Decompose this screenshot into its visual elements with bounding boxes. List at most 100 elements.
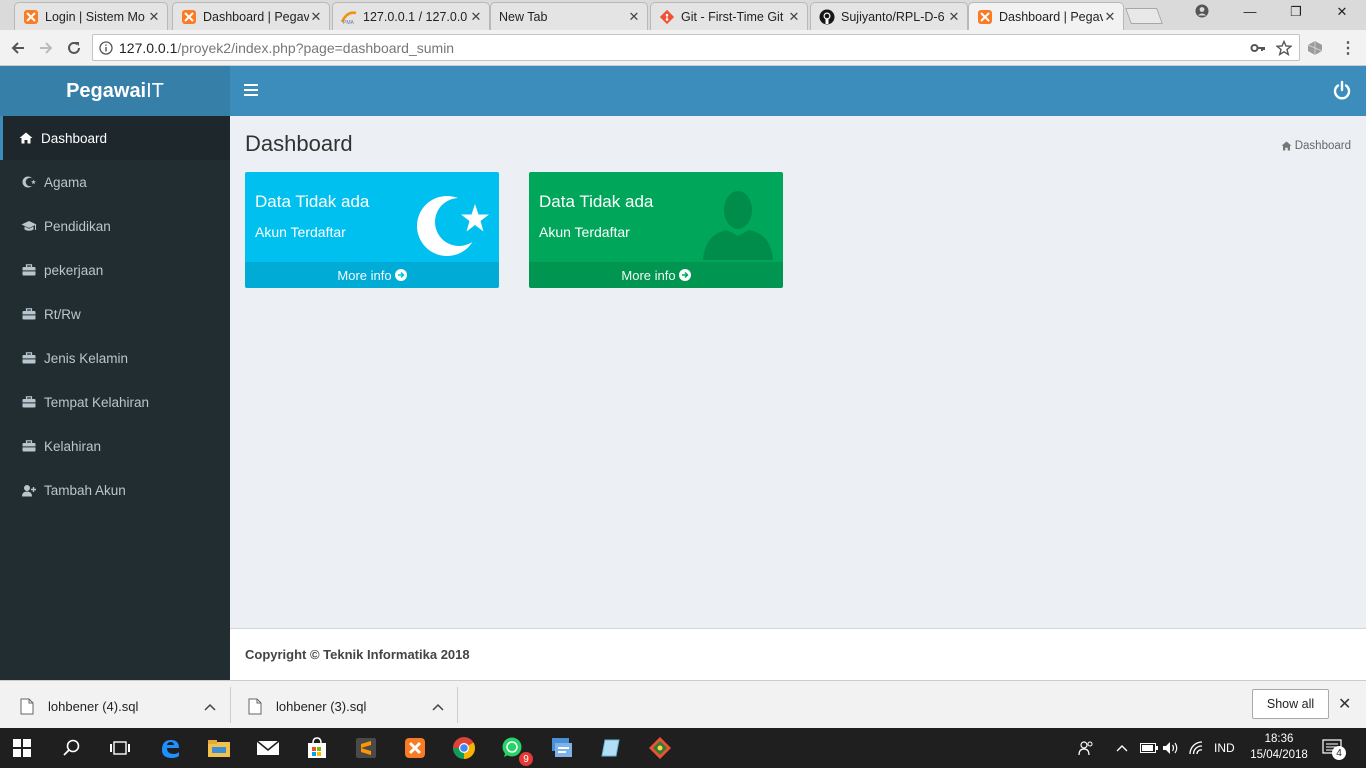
browser-tab[interactable]: New Tab ✕ xyxy=(490,2,648,30)
url-host: 127.0.0.1 xyxy=(119,39,178,56)
sidebar-item-label: Jenis Kelamin xyxy=(44,350,129,366)
sidebar-item-label: Tambah Akun xyxy=(44,482,126,498)
chrome-icon[interactable] xyxy=(452,736,476,760)
sidebar-item-tempat-kelahiran[interactable]: Tempat Kelahiran xyxy=(0,380,230,424)
forward-button[interactable] xyxy=(34,36,58,60)
task-view-icon[interactable] xyxy=(108,736,132,760)
arrow-circle-right-icon xyxy=(678,269,691,281)
download-filename: lohbener (4).sql xyxy=(48,698,139,714)
store-icon[interactable] xyxy=(305,736,329,760)
chevron-up-icon[interactable] xyxy=(204,699,216,714)
mail-icon[interactable] xyxy=(256,736,280,760)
clock[interactable]: 18:36 15/04/2018 xyxy=(1246,731,1312,763)
close-icon[interactable]: ✕ xyxy=(1103,9,1117,25)
browser-tab[interactable]: Git - First-Time Git ✕ xyxy=(650,2,808,30)
close-icon[interactable]: ✕ xyxy=(627,9,641,25)
file-explorer-icon[interactable] xyxy=(207,736,231,760)
briefcase-icon xyxy=(21,395,37,409)
breadcrumb-item[interactable]: Dashboard xyxy=(1295,140,1351,152)
clock-time: 18:36 xyxy=(1264,733,1294,745)
wifi-icon[interactable] xyxy=(1188,728,1204,768)
briefcase-icon xyxy=(21,263,37,277)
browser-tab[interactable]: PMA 127.0.0.1 / 127.0.0 ✕ xyxy=(332,2,490,30)
file-icon xyxy=(248,698,262,715)
window-close-button[interactable]: ✕ xyxy=(1328,4,1356,20)
key-icon[interactable] xyxy=(1250,34,1266,61)
star-icon[interactable] xyxy=(1276,34,1292,61)
close-icon[interactable]: ✕ xyxy=(947,9,961,25)
address-bar[interactable]: 127.0.0.1/proyek2/index.php?page=dashboa… xyxy=(92,34,1300,61)
browser-tab[interactable]: Sujiyanto/RPL-D-6 ✕ xyxy=(810,2,968,30)
new-tab-button[interactable] xyxy=(1125,8,1163,24)
xampp-icon xyxy=(23,9,39,25)
briefcase-icon xyxy=(21,307,37,321)
extension-icon[interactable] xyxy=(1306,34,1324,61)
sidebar-item-pekerjaan[interactable]: pekerjaan xyxy=(0,248,230,292)
git-gui-icon[interactable] xyxy=(648,736,672,760)
url-path: /proyek2/index.php?page=dashboard_sumin xyxy=(177,39,455,56)
info-icon[interactable] xyxy=(99,40,113,55)
minimize-button[interactable]: — xyxy=(1236,4,1264,19)
profile-icon[interactable] xyxy=(1188,4,1216,21)
page-title: Dashboard xyxy=(245,131,353,156)
reload-button[interactable] xyxy=(62,36,86,60)
edge-icon[interactable] xyxy=(158,736,182,760)
more-info-link[interactable]: More info xyxy=(245,262,499,288)
phpmyadmin-icon: PMA xyxy=(341,9,357,25)
language-indicator[interactable]: IND xyxy=(1214,728,1235,768)
battery-icon[interactable] xyxy=(1140,728,1158,768)
notepad-icon[interactable] xyxy=(599,736,623,760)
sidebar-item-kelahiran[interactable]: Kelahiran xyxy=(0,424,230,468)
browser-tab-active[interactable]: Dashboard | Pegav ✕ xyxy=(968,2,1124,30)
sidebar: Dashboard Agama Pendidikan pekerjaan Rt/… xyxy=(0,116,230,680)
close-icon[interactable]: ✕ xyxy=(1338,694,1351,714)
file-icon xyxy=(20,698,34,715)
close-icon[interactable]: ✕ xyxy=(787,9,801,25)
briefcase-icon xyxy=(21,351,37,365)
whatsapp-icon[interactable]: 9 xyxy=(501,736,533,766)
sidebar-toggle-icon[interactable] xyxy=(244,83,258,97)
close-icon[interactable]: ✕ xyxy=(469,9,483,25)
search-icon[interactable] xyxy=(60,736,84,760)
browser-tab[interactable]: Login | Sistem Mo ✕ xyxy=(14,2,168,30)
downloads-shelf: lohbener (4).sql lohbener (3).sql Show a… xyxy=(0,680,1366,728)
action-center-icon[interactable]: 4 xyxy=(1322,728,1346,768)
people-icon[interactable] xyxy=(1078,728,1094,768)
more-info-link[interactable]: More info xyxy=(529,262,783,288)
close-icon[interactable]: ✕ xyxy=(147,9,161,25)
app-icon[interactable] xyxy=(550,736,574,760)
menu-icon[interactable]: ⋮ xyxy=(1340,34,1356,61)
brand-logo[interactable]: Pegawai IT xyxy=(0,66,230,116)
sidebar-item-label: pekerjaan xyxy=(44,262,104,278)
sidebar-item-pendidikan[interactable]: Pendidikan xyxy=(0,204,230,248)
chevron-up-icon[interactable] xyxy=(432,699,444,714)
back-button[interactable] xyxy=(6,36,30,60)
top-navbar xyxy=(230,66,1366,116)
tab-title: New Tab xyxy=(499,9,548,24)
restore-button[interactable]: ❐ xyxy=(1282,4,1310,20)
windows-start-icon[interactable] xyxy=(10,736,34,760)
download-item[interactable]: lohbener (3).sql xyxy=(248,689,444,723)
sublime-text-icon[interactable] xyxy=(354,736,378,760)
sidebar-item-tambah-akun[interactable]: Tambah Akun xyxy=(0,468,230,512)
sidebar-item-label: Pendidikan xyxy=(44,218,111,234)
tab-title: 127.0.0.1 / 127.0.0 xyxy=(363,9,468,24)
volume-icon[interactable] xyxy=(1162,728,1180,768)
sidebar-item-agama[interactable]: Agama xyxy=(0,160,230,204)
download-filename: lohbener (3).sql xyxy=(276,698,367,714)
box-title: Data Tidak ada xyxy=(255,192,370,211)
tab-title: Login | Sistem Mo xyxy=(45,9,145,24)
sidebar-item-rt-rw[interactable]: Rt/Rw xyxy=(0,292,230,336)
show-all-button[interactable]: Show all xyxy=(1252,689,1329,719)
xampp-icon[interactable] xyxy=(403,736,427,760)
power-icon[interactable] xyxy=(1332,80,1352,105)
sidebar-item-jenis-kelamin[interactable]: Jenis Kelamin xyxy=(0,336,230,380)
close-icon[interactable]: ✕ xyxy=(309,9,323,25)
chevron-up-icon[interactable] xyxy=(1116,728,1128,768)
browser-tab-strip: Login | Sistem Mo ✕ Dashboard | Pegav ✕ … xyxy=(0,0,1366,30)
notification-count: 4 xyxy=(1332,746,1346,760)
sidebar-item-dashboard[interactable]: Dashboard xyxy=(0,116,230,160)
download-item[interactable]: lohbener (4).sql xyxy=(20,689,216,723)
browser-tab[interactable]: Dashboard | Pegav ✕ xyxy=(172,2,330,30)
brand-bold: Pegawai xyxy=(66,79,147,102)
